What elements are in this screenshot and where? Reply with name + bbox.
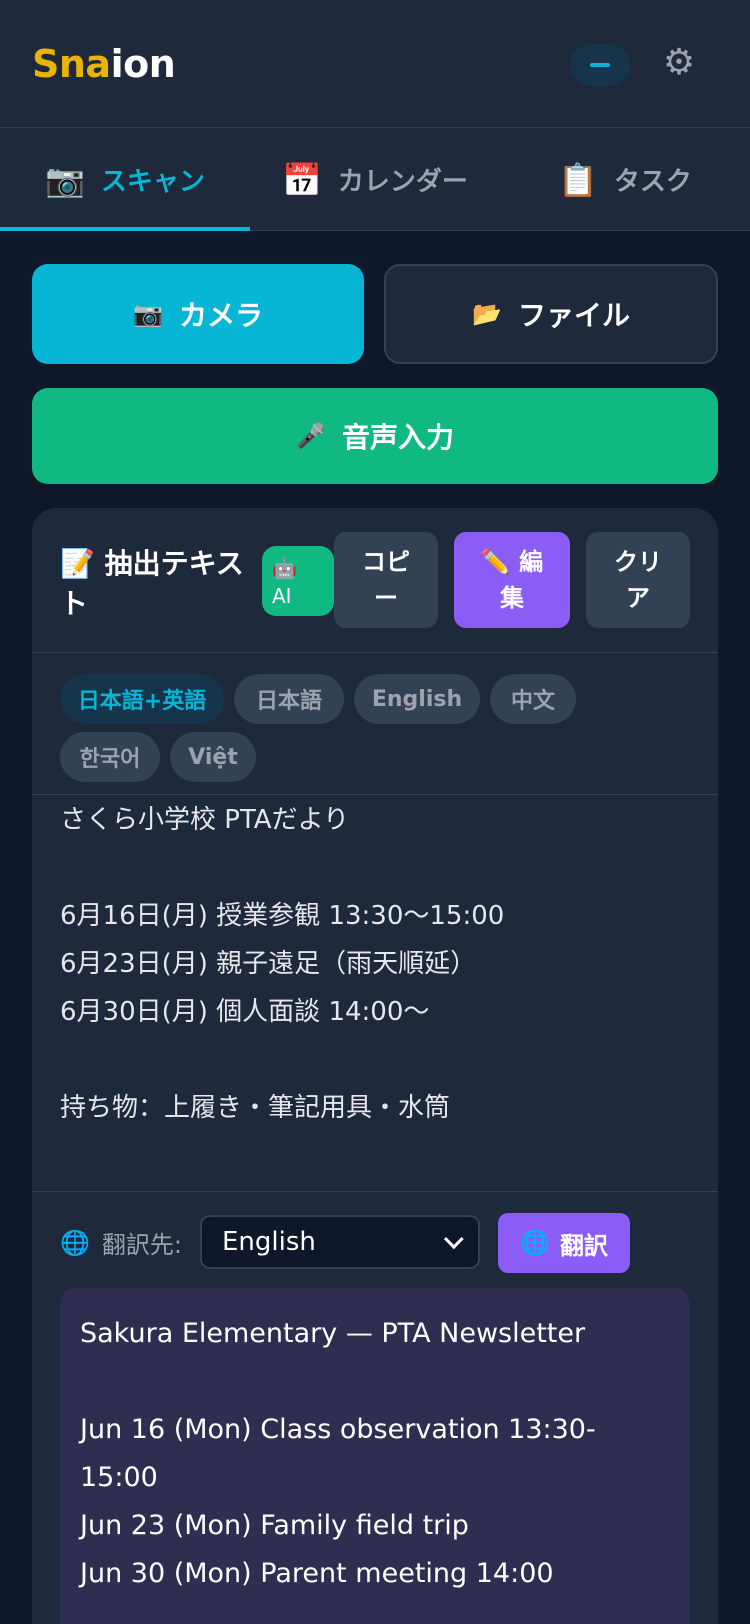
robot-icon: 🤖: [272, 556, 297, 580]
file-button-label: ファイル: [517, 299, 630, 332]
app-header: Snaion ⚙: [0, 0, 750, 128]
active-tab-indicator: [0, 227, 250, 231]
tab-label: スキャン: [100, 167, 205, 197]
minus-icon: [590, 63, 610, 67]
tab-label: タスク: [613, 167, 692, 197]
minimize-button[interactable]: [570, 44, 630, 86]
lang-chip-vi[interactable]: Việt: [170, 732, 256, 782]
edit-button[interactable]: ✏️ 編集: [454, 532, 570, 628]
extracted-text-card: 📝 抽出テキスト 🤖 AI コピー ✏️ 編集 クリア 日本語+英語 日本語 E…: [32, 508, 718, 1624]
target-language-select[interactable]: English: [200, 1215, 480, 1269]
voice-input-button[interactable]: 🎤 音声入力: [32, 388, 718, 484]
clear-button[interactable]: クリア: [586, 532, 690, 628]
lang-chip-en[interactable]: English: [354, 674, 480, 724]
capture-actions: 📷 カメラ 📂 ファイル: [32, 264, 718, 364]
globe-icon: 🌐: [520, 1229, 550, 1257]
translate-target-label: 🌐 翻訳先:: [60, 1228, 182, 1260]
calendar-icon: 📅: [282, 160, 322, 199]
tab-bar: 📷 スキャン 📅 カレンダー 📋 タスク: [0, 128, 750, 231]
extracted-text[interactable]: さくら小学校 PTAだより 6月16日(月) 授業参観 13:30〜15:00 …: [60, 796, 690, 1132]
divider: [32, 1191, 718, 1192]
card-header: 📝 抽出テキスト 🤖 AI コピー ✏️ 編集 クリア: [32, 508, 718, 653]
ai-badge: 🤖 AI: [262, 546, 334, 616]
language-selector: 日本語+英語 日本語 English 中文 한국어 Việt: [32, 654, 718, 795]
translate-controls: 🌐 翻訳先: English 🌐 翻訳: [60, 1213, 690, 1275]
translated-text: Sakura Elementary — PTA Newsletter Jun 1…: [60, 1288, 690, 1624]
lang-chip-ja-en[interactable]: 日本語+英語: [60, 674, 224, 724]
translate-button[interactable]: 🌐 翻訳: [498, 1213, 630, 1273]
file-button[interactable]: 📂 ファイル: [384, 264, 718, 364]
voice-button-label: 音声入力: [341, 421, 454, 454]
tab-scan[interactable]: 📷 スキャン: [0, 128, 250, 231]
folder-icon: 📂: [472, 300, 502, 328]
camera-button[interactable]: 📷 カメラ: [32, 264, 364, 364]
tab-tasks[interactable]: 📋 タスク: [500, 128, 750, 231]
pencil-icon: ✏️: [480, 548, 511, 576]
tab-label: カレンダー: [337, 167, 468, 197]
gear-icon[interactable]: ⚙: [657, 40, 701, 84]
lang-chip-ja[interactable]: 日本語: [234, 674, 344, 724]
microphone-icon: 🎤: [296, 422, 326, 450]
globe-icon: 🌐: [60, 1228, 90, 1257]
clipboard-icon: 📋: [558, 160, 598, 199]
memo-icon: 📝: [60, 547, 95, 580]
camera-button-label: カメラ: [178, 299, 263, 332]
app-logo: Snaion: [32, 42, 176, 86]
card-title: 📝 抽出テキスト: [60, 547, 244, 620]
chevron-down-icon: [443, 1229, 464, 1250]
copy-button[interactable]: コピー: [334, 532, 438, 628]
tab-calendar[interactable]: 📅 カレンダー: [250, 128, 500, 231]
camera-icon: 📷: [133, 300, 163, 328]
camera-icon: 📷: [45, 160, 85, 199]
lang-chip-zh[interactable]: 中文: [490, 674, 576, 724]
lang-chip-ko[interactable]: 한국어: [60, 732, 160, 782]
